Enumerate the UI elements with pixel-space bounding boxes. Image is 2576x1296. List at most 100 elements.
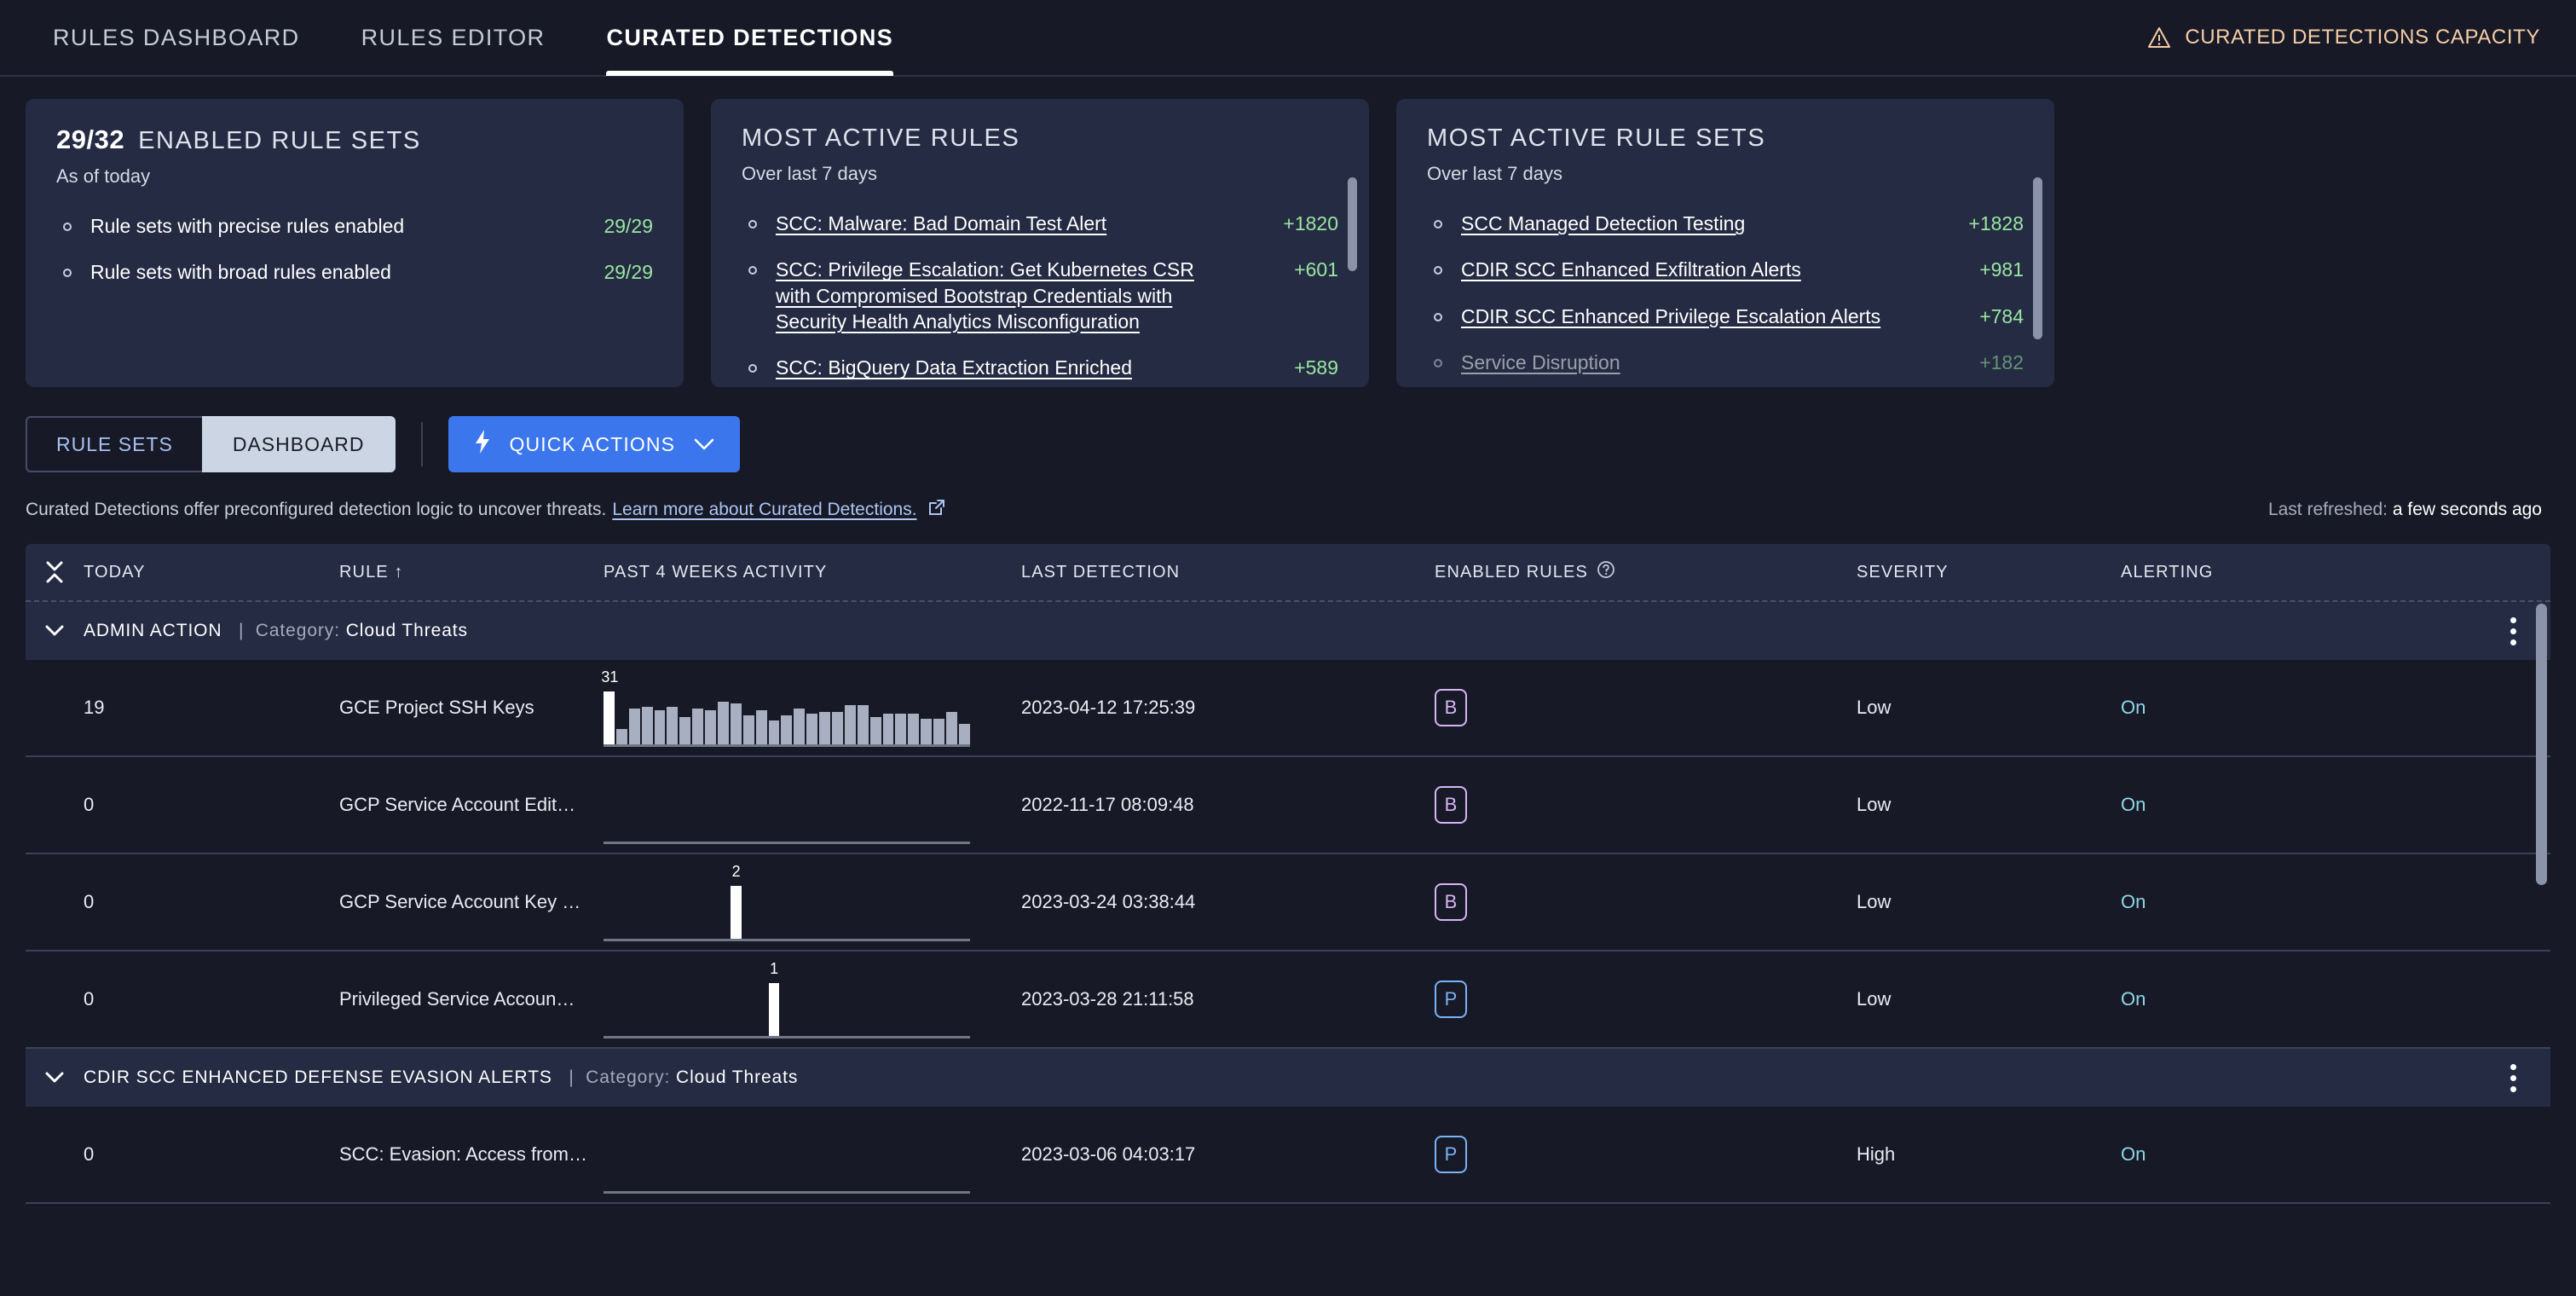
bullet-icon [63, 269, 72, 278]
column-header-activity[interactable]: PAST 4 WEEKS ACTIVITY [604, 563, 1021, 582]
alerting-link[interactable]: On [2121, 891, 2146, 912]
list-item[interactable]: CDIR SCC Enhanced Privilege Escalation A… [1427, 304, 2024, 329]
cell-alerting: On [2121, 697, 2402, 719]
quick-actions-button[interactable]: QUICK ACTIONS [448, 416, 741, 472]
sparkline-bar [730, 886, 742, 939]
tab-label: CURATED DETECTIONS [606, 24, 894, 50]
list-item[interactable]: SCC: BigQuery Data Extraction Enriched +… [742, 355, 1338, 380]
cell-rule-name[interactable]: GCE Project SSH Keys [339, 697, 604, 719]
collapse-expand-icon[interactable] [26, 558, 84, 587]
rule-set-link[interactable]: CDIR SCC Enhanced Exfiltration Alerts [1461, 257, 1930, 282]
cell-today: 0 [84, 891, 95, 912]
cell-rule-name[interactable]: SCC: Evasion: Access from… [339, 1143, 604, 1166]
sparkline-axis [604, 744, 970, 747]
rule-link[interactable]: SCC: Privilege Escalation: Get Kubernete… [776, 257, 1245, 334]
tab-rules-editor[interactable]: RULES EDITOR [361, 0, 546, 76]
curated-detections-capacity-button[interactable]: CURATED DETECTIONS CAPACITY [2147, 26, 2540, 49]
table-scrollbar-thumb[interactable] [2536, 604, 2547, 885]
badge-broad-rules[interactable]: B [1435, 786, 1467, 824]
column-header-today[interactable]: TODAY [84, 563, 339, 582]
rule-set-link[interactable]: CDIR SCC Enhanced Privilege Escalation A… [1461, 304, 1930, 329]
rule-set-link[interactable]: Service Disruption [1461, 350, 1930, 375]
view-segmented-control: RULE SETS DASHBOARD [26, 416, 396, 472]
table-row[interactable]: 0 GCP Service Account Key … 2 2023-03-24… [26, 854, 2550, 952]
cell-enabled-rules: B [1435, 883, 1857, 921]
card-scrollbar[interactable] [1348, 177, 1357, 271]
cell-severity: Low [1857, 988, 1892, 1010]
card-list: Rule sets with precise rules enabled 29/… [56, 213, 653, 286]
tab-rules-dashboard[interactable]: RULES DASHBOARD [53, 0, 300, 76]
group-header-admin-action[interactable]: ADMIN ACTION | Category: Cloud Threats [26, 602, 2550, 660]
segment-dashboard[interactable]: DASHBOARD [201, 416, 396, 472]
group-chevron-down-icon[interactable] [26, 623, 84, 639]
list-item[interactable]: SCC: Malware: Bad Domain Test Alert +182… [742, 211, 1338, 236]
list-item[interactable]: SCC Managed Detection Testing +1828 [1427, 211, 2024, 236]
tab-label: RULES EDITOR [361, 24, 546, 50]
segment-rule-sets[interactable]: RULE SETS [26, 416, 202, 472]
column-header-enabled-rules[interactable]: ENABLED RULES [1435, 560, 1857, 584]
list-item[interactable]: SCC: Privilege Escalation: Get Kubernete… [742, 257, 1338, 334]
detections-table: TODAY RULE ↑ PAST 4 WEEKS ACTIVITY LAST … [26, 544, 2550, 1218]
cell-enabled-rules: P [1435, 1136, 1857, 1173]
last-refreshed: Last refreshed: a few seconds ago [2268, 500, 2542, 520]
cell-rule-name[interactable]: Privileged Service Accoun… [339, 988, 604, 1010]
kebab-menu-icon[interactable] [2510, 1063, 2516, 1092]
group-chevron-down-icon[interactable] [26, 1070, 84, 1085]
cell-activity[interactable] [604, 1115, 1021, 1194]
column-header-last-detection[interactable]: LAST DETECTION [1021, 563, 1435, 582]
card-title-text: MOST ACTIVE RULES [742, 124, 1020, 152]
bullet-icon [748, 220, 757, 229]
rule-set-link[interactable]: SCC Managed Detection Testing [1461, 211, 1930, 236]
table-row[interactable]: 19 GCE Project SSH Keys 31 2023-04-12 17… [26, 660, 2550, 757]
rule-link[interactable]: SCC: Malware: Bad Domain Test Alert [776, 211, 1245, 236]
alerting-link[interactable]: On [2121, 988, 2146, 1010]
group-row-menu-slot [468, 616, 2550, 645]
card-scrollbar[interactable] [2033, 177, 2042, 339]
learn-more-link[interactable]: Learn more about Curated Detections. [612, 500, 916, 520]
table-row[interactable]: 0 Privileged Service Accoun… 1 2023-03-2… [26, 952, 2550, 1049]
badge-precise-rules[interactable]: P [1435, 981, 1467, 1018]
cell-activity[interactable]: 2 [604, 863, 1021, 941]
alerting-link[interactable]: On [2121, 794, 2146, 815]
cell-rule-name[interactable]: GCP Service Account Key … [339, 891, 604, 913]
cell-activity[interactable] [604, 766, 1021, 844]
group-header-cdir-scc-enhanced-defense-evasion-alerts[interactable]: CDIR SCC ENHANCED DEFENSE EVASION ALERTS… [26, 1049, 2550, 1107]
table-row[interactable]: 0 GCP Service Account Edit… 2022-11-17 0… [26, 757, 2550, 854]
card-list: SCC Managed Detection Testing +1828 CDIR… [1427, 211, 2024, 375]
rule-link[interactable]: SCC: BigQuery Data Extraction Enriched [776, 355, 1245, 380]
last-refreshed-label: Last refreshed: [2267, 500, 2388, 519]
table-row[interactable]: 0 SCC: Evasion: Access from… 2023-03-06 … [26, 1107, 2550, 1204]
card-title-text: MOST ACTIVE RULE SETS [1427, 124, 1766, 152]
cell-activity[interactable]: 1 [604, 960, 1021, 1039]
sparkline-chart [604, 766, 970, 844]
list-item[interactable]: Service Disruption +182 [1427, 350, 2024, 375]
cell-last-detection: 2023-03-24 03:38:44 [1021, 891, 1196, 912]
last-refreshed-value: a few seconds ago [2392, 500, 2542, 519]
sparkline-axis [604, 939, 970, 941]
badge-precise-rules[interactable]: P [1435, 1136, 1467, 1173]
column-header-rule[interactable]: RULE ↑ [339, 563, 604, 582]
alerting-link[interactable]: On [2121, 697, 2146, 718]
cell-enabled-rules: B [1435, 689, 1857, 726]
kebab-menu-icon[interactable] [2510, 616, 2516, 645]
cell-today: 19 [84, 697, 105, 718]
column-header-severity[interactable]: SEVERITY [1857, 563, 2121, 582]
sparkline-bars [604, 789, 970, 842]
cell-rule-name[interactable]: GCP Service Account Edit… [339, 794, 604, 816]
sparkline-bar [604, 691, 615, 744]
tab-curated-detections[interactable]: CURATED DETECTIONS [606, 0, 893, 76]
external-link-icon[interactable] [927, 498, 946, 522]
card-most-active-rule-sets: MOST ACTIVE RULE SETS Over last 7 days S… [1396, 99, 2054, 387]
info-text: Curated Detections offer preconfigured d… [26, 500, 607, 519]
column-header-alerting[interactable]: ALERTING [2121, 563, 2402, 582]
list-item[interactable]: CDIR SCC Enhanced Exfiltration Alerts +9… [1427, 257, 2024, 282]
sparkline-bar [832, 712, 843, 744]
sparkline-bar [679, 717, 691, 744]
help-circle-icon[interactable] [1597, 560, 1615, 584]
badge-broad-rules[interactable]: B [1435, 689, 1467, 726]
cell-today: 0 [84, 1143, 95, 1165]
alerting-link[interactable]: On [2121, 1143, 2146, 1165]
cell-severity: Low [1857, 891, 1892, 912]
badge-broad-rules[interactable]: B [1435, 883, 1467, 921]
cell-activity[interactable]: 31 [601, 668, 1021, 747]
